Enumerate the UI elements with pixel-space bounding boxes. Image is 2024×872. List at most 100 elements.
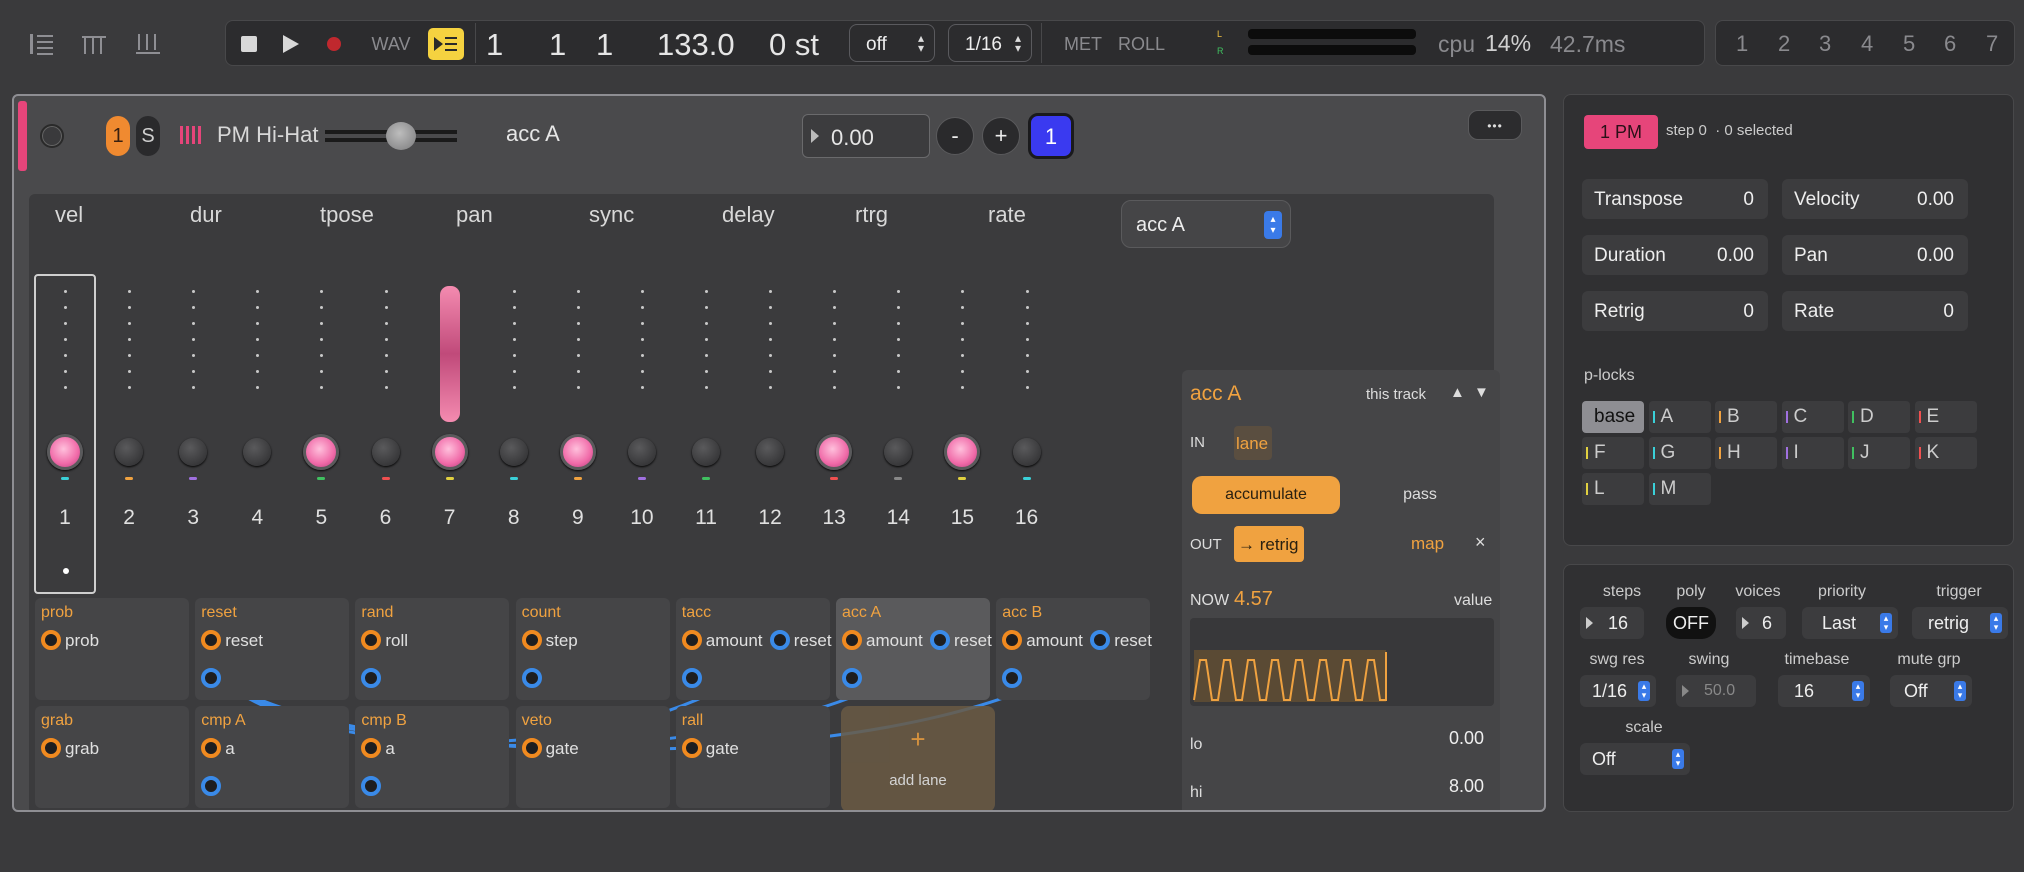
close-icon[interactable]: × bbox=[1475, 532, 1486, 553]
position-beat[interactable]: 1 bbox=[549, 27, 566, 63]
track-badge[interactable]: 1 PM bbox=[1584, 115, 1658, 149]
plock-c[interactable]: C bbox=[1781, 401, 1844, 433]
mod-lane-card[interactable]: rand roll bbox=[355, 598, 510, 700]
input-jack[interactable] bbox=[201, 630, 222, 650]
poly-toggle[interactable]: OFF bbox=[1666, 607, 1716, 639]
plock-m[interactable]: M bbox=[1648, 473, 1711, 505]
reset-jack[interactable] bbox=[1090, 630, 1111, 650]
plock-j[interactable]: J bbox=[1848, 437, 1910, 469]
swing-select[interactable]: off ▴ ▾ bbox=[849, 24, 935, 62]
input-jack[interactable] bbox=[521, 630, 542, 650]
input-jack[interactable] bbox=[41, 630, 61, 650]
plock-h[interactable]: H bbox=[1715, 437, 1777, 469]
increment-button[interactable]: + bbox=[982, 117, 1020, 155]
mixer-view-icon[interactable] bbox=[80, 30, 108, 58]
mod-lane-card[interactable]: acc A amount reset bbox=[836, 598, 992, 700]
slider-thumb[interactable] bbox=[386, 122, 417, 150]
input-jack[interactable] bbox=[681, 738, 702, 758]
mod-lane-card[interactable]: count step bbox=[515, 598, 670, 700]
mute-button[interactable] bbox=[40, 124, 64, 148]
plock-g[interactable]: G bbox=[1648, 437, 1711, 469]
position-tick[interactable]: 1 bbox=[596, 27, 613, 63]
mute-group-select[interactable]: Off ▴ ▾ bbox=[1890, 675, 1972, 707]
input-jack[interactable] bbox=[521, 738, 542, 758]
roll-toggle[interactable]: ROLL bbox=[1118, 34, 1165, 55]
input-jack[interactable] bbox=[842, 630, 862, 650]
output-jack[interactable] bbox=[1002, 668, 1023, 688]
add-lane-button[interactable]: + add lane bbox=[841, 706, 995, 810]
output-jack[interactable] bbox=[361, 776, 382, 796]
out-target-chip[interactable]: → retrig bbox=[1234, 526, 1304, 562]
pattern-2[interactable]: 2 bbox=[1778, 31, 1790, 57]
mode-accumulate[interactable]: accumulate bbox=[1192, 476, 1340, 514]
lo-value[interactable]: 0.00 bbox=[1449, 728, 1484, 749]
steps-stepper[interactable]: 16 bbox=[1580, 607, 1644, 639]
metronome-toggle[interactable]: MET bbox=[1064, 34, 1102, 55]
tempo-value[interactable]: 133.0 bbox=[657, 27, 735, 63]
pattern-5[interactable]: 5 bbox=[1903, 31, 1915, 57]
page-button[interactable]: 1 bbox=[1028, 113, 1074, 159]
timebase-select[interactable]: 16 ▴ ▾ bbox=[1778, 675, 1870, 707]
input-jack[interactable] bbox=[681, 630, 702, 650]
grid-select[interactable]: 1/16 ▴ ▾ bbox=[948, 24, 1032, 62]
mod-lane-card[interactable]: prob prob bbox=[35, 598, 189, 700]
decrement-button[interactable]: - bbox=[936, 117, 974, 155]
plock-base[interactable]: base bbox=[1582, 401, 1644, 433]
solo-button[interactable]: S bbox=[136, 116, 160, 156]
pattern-7[interactable]: 7 bbox=[1986, 31, 1998, 57]
inspector-field-rate[interactable]: Rate 0 bbox=[1782, 291, 1968, 331]
follow-button[interactable] bbox=[428, 28, 464, 60]
inspector-field-pan[interactable]: Pan 0.00 bbox=[1782, 235, 1968, 275]
pattern-6[interactable]: 6 bbox=[1944, 31, 1956, 57]
swing-stepper[interactable]: 50.0 bbox=[1676, 675, 1756, 707]
in-source-chip[interactable]: lane bbox=[1234, 426, 1272, 460]
mode-pass[interactable]: pass bbox=[1346, 476, 1494, 514]
plock-e[interactable]: E bbox=[1914, 401, 1977, 433]
plock-f[interactable]: F bbox=[1582, 437, 1644, 469]
plock-d[interactable]: D bbox=[1848, 401, 1910, 433]
input-jack[interactable] bbox=[361, 738, 382, 758]
move-down-icon[interactable]: ▼ bbox=[1474, 384, 1489, 401]
move-up-icon[interactable]: ▲ bbox=[1450, 384, 1465, 401]
input-jack[interactable] bbox=[1002, 630, 1023, 650]
plock-l[interactable]: L bbox=[1582, 473, 1644, 505]
swing-res-select[interactable]: 1/16 ▴ ▾ bbox=[1580, 675, 1656, 707]
output-jack[interactable] bbox=[361, 668, 382, 688]
trigger-select[interactable]: retrig ▴ ▾ bbox=[1912, 607, 2008, 639]
stop-button[interactable] bbox=[237, 32, 261, 56]
input-jack[interactable] bbox=[41, 738, 61, 758]
output-jack[interactable] bbox=[681, 668, 702, 688]
voices-stepper[interactable]: 6 bbox=[1736, 607, 1786, 639]
position-bar[interactable]: 1 bbox=[486, 27, 503, 63]
pattern-4[interactable]: 4 bbox=[1861, 31, 1873, 57]
mod-lane-card[interactable]: cmp A a bbox=[195, 706, 350, 808]
hi-value[interactable]: 8.00 bbox=[1449, 776, 1484, 797]
inspector-field-retrig[interactable]: Retrig 0 bbox=[1582, 291, 1768, 331]
pattern-1[interactable]: 1 bbox=[1736, 31, 1748, 57]
scale-select[interactable]: Off ▴ ▾ bbox=[1580, 743, 1690, 775]
track-number-badge[interactable]: 1 bbox=[106, 116, 130, 156]
input-jack[interactable] bbox=[361, 630, 382, 650]
plock-b[interactable]: B bbox=[1715, 401, 1777, 433]
plock-i[interactable]: I bbox=[1781, 437, 1844, 469]
inspector-field-velocity[interactable]: Velocity 0.00 bbox=[1782, 179, 1968, 219]
track-name[interactable]: PM Hi-Hat bbox=[217, 122, 318, 148]
play-button[interactable] bbox=[279, 32, 303, 56]
plock-a[interactable]: A bbox=[1648, 401, 1711, 433]
reset-jack[interactable] bbox=[930, 630, 950, 650]
value-field[interactable]: 0.00 bbox=[802, 114, 930, 158]
mod-lane-card[interactable]: tacc amount reset bbox=[675, 598, 832, 700]
mod-lane-card[interactable]: cmp B a bbox=[355, 706, 510, 808]
plock-k[interactable]: K bbox=[1914, 437, 1977, 469]
mod-lane-card[interactable]: rall gate bbox=[675, 706, 830, 808]
output-jack[interactable] bbox=[201, 776, 222, 796]
pattern-3[interactable]: 3 bbox=[1819, 31, 1831, 57]
mod-lane-card[interactable]: reset reset bbox=[195, 598, 350, 700]
list-view-icon[interactable] bbox=[28, 30, 56, 58]
mod-lane-card[interactable]: acc B amount reset bbox=[996, 598, 1152, 700]
input-jack[interactable] bbox=[201, 738, 222, 758]
record-button[interactable] bbox=[322, 32, 346, 56]
output-jack[interactable] bbox=[201, 668, 222, 688]
inspector-field-duration[interactable]: Duration 0.00 bbox=[1582, 235, 1768, 275]
track-level-slider[interactable] bbox=[325, 122, 457, 150]
